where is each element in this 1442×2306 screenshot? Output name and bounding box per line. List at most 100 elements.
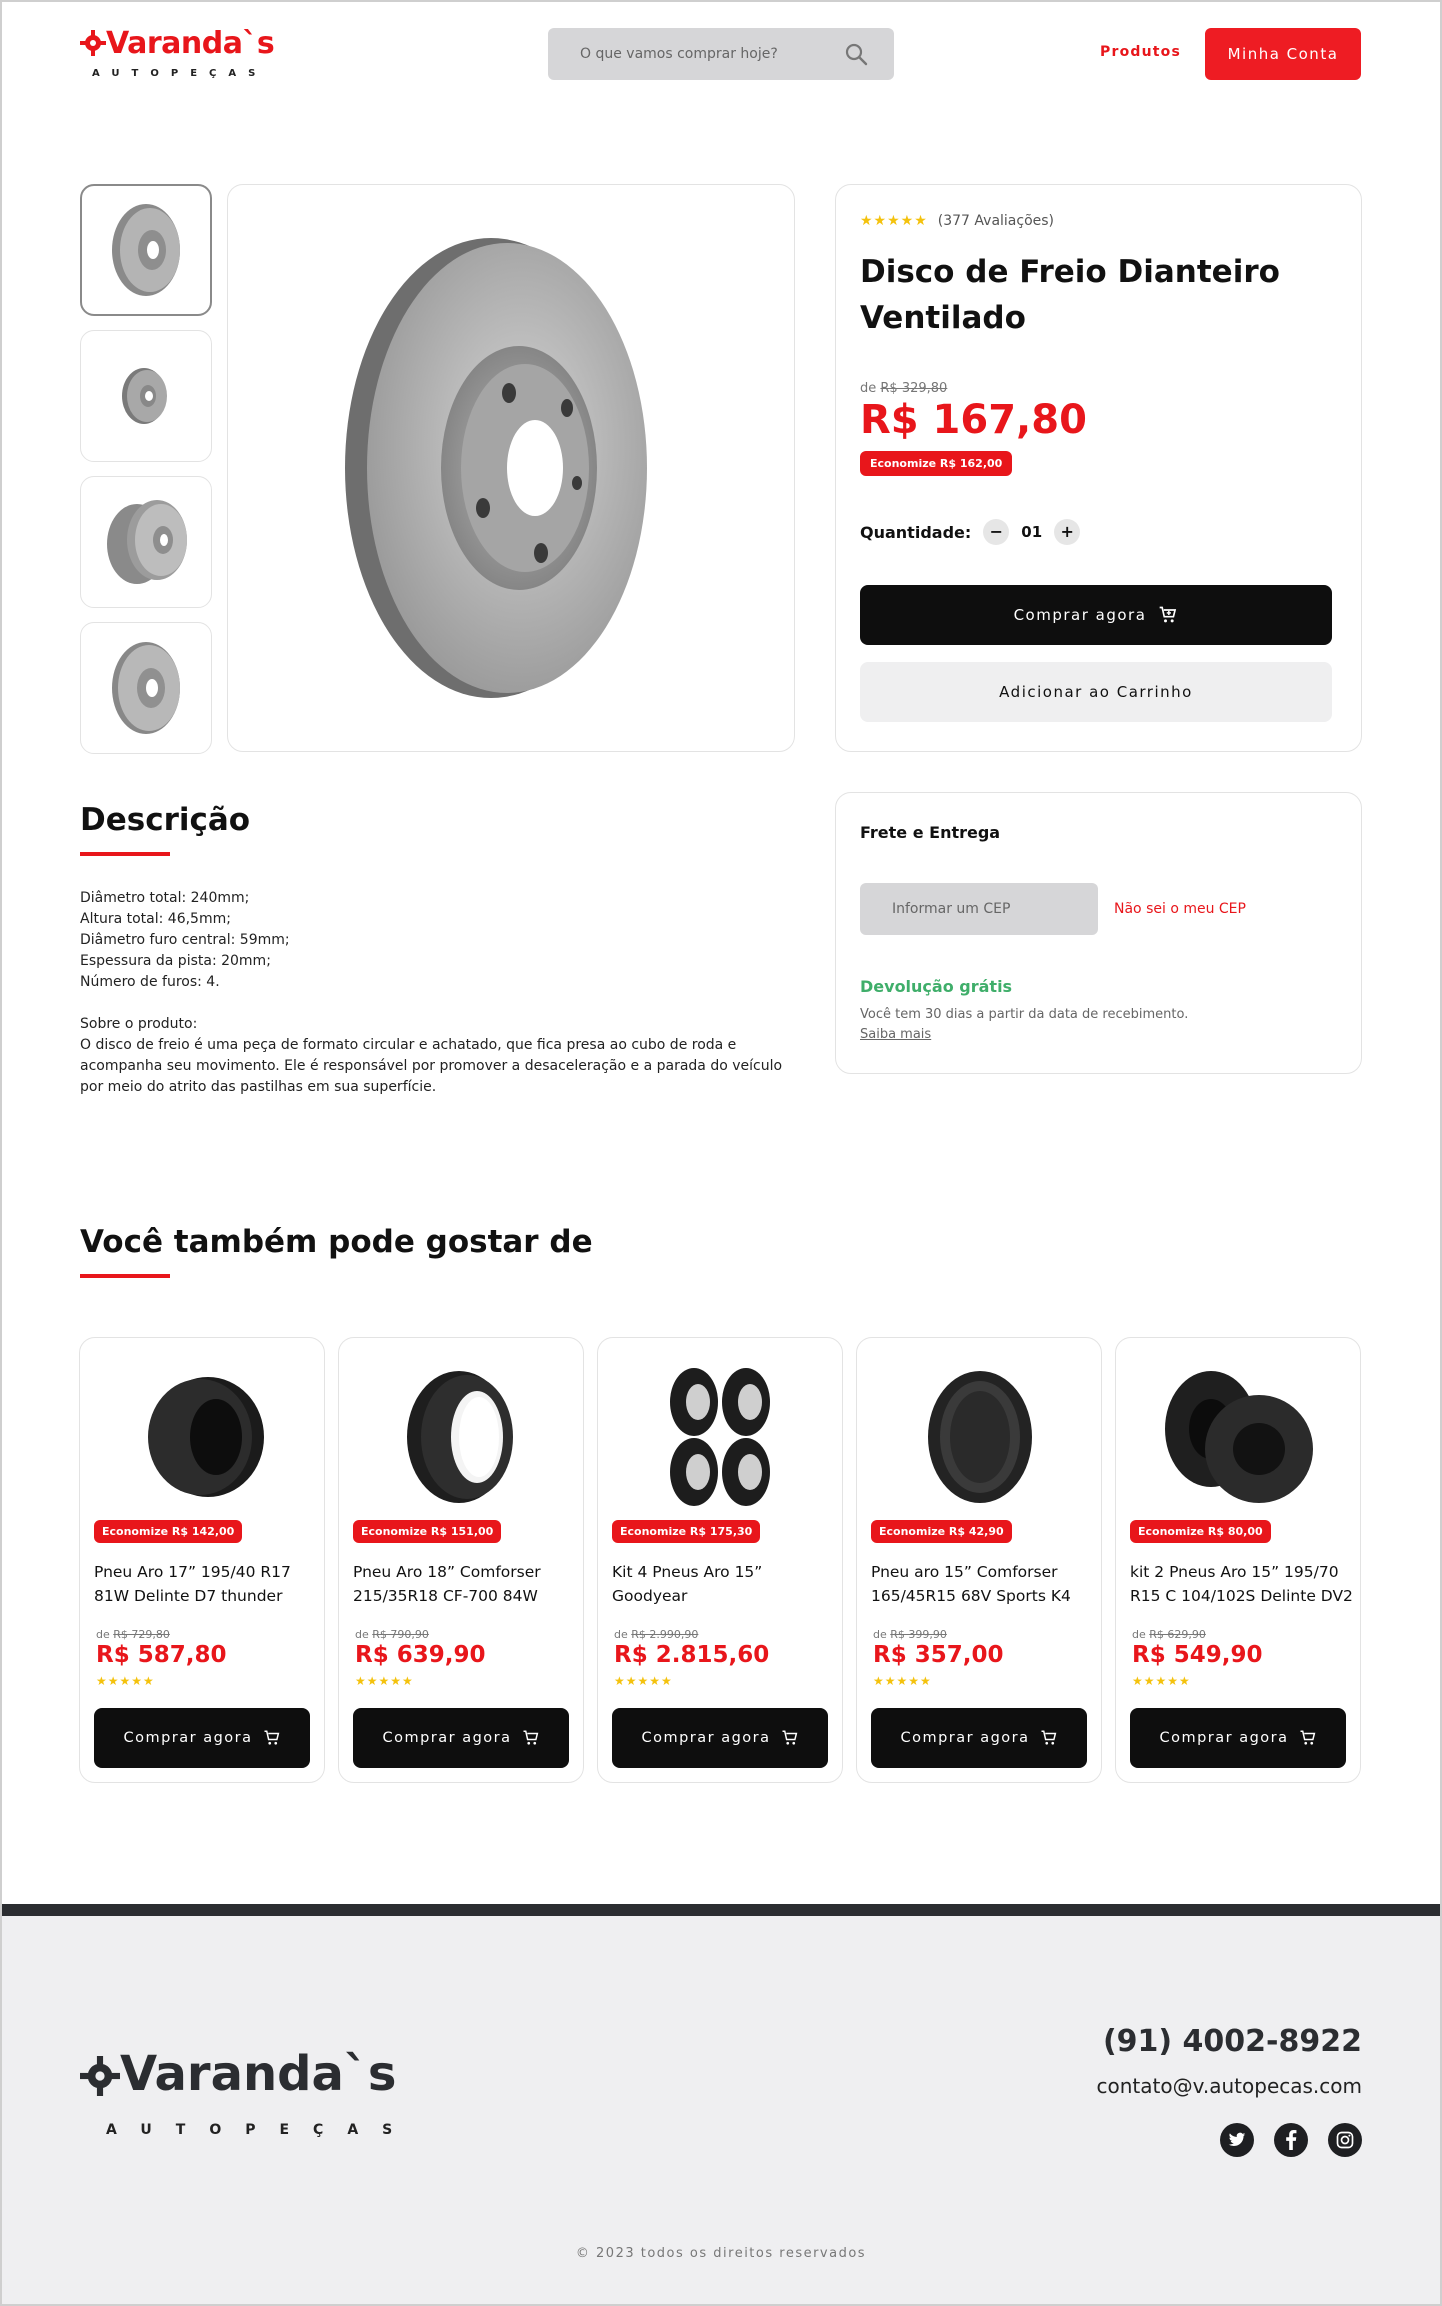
current-price: R$ 167,80 bbox=[860, 397, 1087, 443]
about-text: O disco de freio é uma peça de formato c… bbox=[80, 1037, 783, 1095]
footer-top-bar bbox=[0, 1904, 1442, 1916]
main-product-image[interactable] bbox=[227, 184, 795, 752]
product-image[interactable] bbox=[120, 1362, 286, 1512]
old-price: de R$ 399,90 bbox=[873, 1628, 947, 1641]
brake-disc-small-image bbox=[122, 368, 167, 424]
free-return-title: Devolução grátis bbox=[860, 977, 1013, 996]
saving-badge: Economize R$ 142,00 bbox=[94, 1520, 243, 1543]
product-name[interactable]: Kit 4 Pneus Aro 15” Goodyear bbox=[612, 1560, 838, 1608]
saving-badge: Economize R$ 80,00 bbox=[1130, 1520, 1271, 1543]
unknown-cep-link[interactable]: Não sei o meu CEP bbox=[1114, 901, 1246, 917]
old-price-prefix: de bbox=[1132, 1628, 1146, 1641]
instagram-icon[interactable] bbox=[1328, 2123, 1362, 2157]
description-title: Descrição bbox=[80, 802, 251, 838]
old-price-value: R$ 329,80 bbox=[880, 381, 948, 396]
buy-now-label: Comprar agora bbox=[900, 1730, 1030, 1746]
product-name[interactable]: Pneu Aro 18” Comforser 215/35R18 CF-700 … bbox=[353, 1560, 579, 1608]
thumbnail-1[interactable] bbox=[80, 184, 212, 316]
product-image[interactable] bbox=[638, 1362, 804, 1512]
product-price: R$ 587,80 bbox=[96, 1642, 227, 1668]
footer-email[interactable]: contato@v.autopecas.com bbox=[1097, 2074, 1362, 2098]
brake-disc-angle-image bbox=[112, 642, 180, 734]
product-card[interactable]: Economize R$ 151,00 Pneu Aro 18” Comfors… bbox=[338, 1337, 584, 1783]
buy-now-button[interactable]: Comprar agora bbox=[871, 1708, 1087, 1768]
product-price: R$ 549,90 bbox=[1132, 1642, 1263, 1668]
product-name[interactable]: Pneu Aro 17” 195/40 R17 81W Delinte D7 t… bbox=[94, 1560, 320, 1608]
old-price: de R$ 729,80 bbox=[96, 1628, 170, 1641]
cart-icon bbox=[782, 1730, 797, 1745]
gear-icon bbox=[80, 2056, 120, 2096]
buy-now-button[interactable]: Comprar agora bbox=[94, 1708, 310, 1768]
old-price-prefix: de bbox=[355, 1628, 369, 1641]
thumbnail-3[interactable] bbox=[80, 476, 212, 608]
nav-products-link[interactable]: Produtos bbox=[1100, 44, 1181, 60]
rating-stars: ★★★★★ bbox=[96, 1674, 155, 1688]
spec-line: Número de furos: 4. bbox=[80, 974, 220, 990]
buy-now-label: Comprar agora bbox=[1013, 606, 1147, 624]
quantity-value: 01 bbox=[1021, 523, 1043, 541]
copyright: © 2023 todos os direitos reservados bbox=[575, 2246, 867, 2261]
product-card[interactable]: Economize R$ 175,30 Kit 4 Pneus Aro 15” … bbox=[597, 1337, 843, 1783]
buy-now-label: Comprar agora bbox=[123, 1730, 253, 1746]
spec-line: Espessura da pista: 20mm; bbox=[80, 953, 271, 969]
quantity-stepper: Quantidade: − 01 + bbox=[860, 519, 1081, 545]
buy-now-button[interactable]: Comprar agora bbox=[612, 1708, 828, 1768]
spec-line: Altura total: 46,5mm; bbox=[80, 911, 231, 927]
increase-quantity-button[interactable]: + bbox=[1054, 519, 1081, 545]
thumbnail-4[interactable] bbox=[80, 622, 212, 754]
rating-stars: ★★★★★ bbox=[355, 1674, 414, 1688]
product-image[interactable] bbox=[379, 1362, 545, 1512]
cep-input[interactable] bbox=[860, 883, 1098, 935]
old-price-prefix: de bbox=[860, 381, 877, 396]
product-price: R$ 2.815,60 bbox=[614, 1642, 770, 1668]
shipping-title: Frete e Entrega bbox=[860, 823, 1001, 842]
rating-stars: ★★★★★ bbox=[860, 213, 928, 229]
product-image[interactable] bbox=[897, 1362, 1063, 1512]
tire-pair-image bbox=[1165, 1371, 1313, 1503]
buy-now-button[interactable]: Comprar agora bbox=[1130, 1708, 1346, 1768]
buy-now-label: Comprar agora bbox=[1159, 1730, 1289, 1746]
product-card[interactable]: Economize R$ 80,00 kit 2 Pneus Aro 15” 1… bbox=[1115, 1337, 1361, 1783]
footer-logo-subtitle: AUTOPEÇAS bbox=[106, 2122, 417, 2138]
search-input[interactable] bbox=[548, 28, 838, 80]
product-name[interactable]: Pneu aro 15” Comforser 165/45R15 68V Spo… bbox=[871, 1560, 1097, 1608]
product-price: R$ 357,00 bbox=[873, 1642, 1004, 1668]
gear-icon bbox=[80, 30, 106, 56]
footer-phone[interactable]: (91) 4002-8922 bbox=[1103, 2024, 1362, 2059]
cart-icon bbox=[523, 1730, 538, 1745]
old-price-value: R$ 629,90 bbox=[1149, 1628, 1206, 1641]
saving-badge: Economize R$ 151,00 bbox=[353, 1520, 502, 1543]
product-rating[interactable]: ★★★★★ (377 Avaliações) bbox=[860, 213, 1054, 229]
thumbnail-2[interactable] bbox=[80, 330, 212, 462]
brake-disc-large-image bbox=[345, 238, 647, 698]
old-price: de R$ 329,80 bbox=[860, 381, 947, 396]
old-price-value: R$ 729,80 bbox=[113, 1628, 170, 1641]
decrease-quantity-button[interactable]: − bbox=[983, 519, 1010, 545]
learn-more-link[interactable]: Saiba mais bbox=[860, 1027, 931, 1042]
product-card[interactable]: Economize R$ 42,90 Pneu aro 15” Comforse… bbox=[856, 1337, 1102, 1783]
product-image[interactable] bbox=[1156, 1362, 1322, 1512]
product-card[interactable]: Economize R$ 142,00 Pneu Aro 17” 195/40 … bbox=[79, 1337, 325, 1783]
brand-logo[interactable]: Varanda`s AUTOPEÇAS bbox=[80, 26, 280, 86]
my-account-button[interactable]: Minha Conta bbox=[1205, 28, 1361, 80]
tire-image bbox=[928, 1371, 1032, 1503]
add-to-cart-button[interactable]: Adicionar ao Carrinho bbox=[860, 662, 1332, 722]
twitter-icon[interactable] bbox=[1220, 2123, 1254, 2157]
tire-image bbox=[148, 1377, 264, 1497]
footer-logo[interactable]: Varanda`s AUTOPEÇAS bbox=[80, 2046, 440, 2146]
old-price: de R$ 629,90 bbox=[1132, 1628, 1206, 1641]
buy-now-label: Comprar agora bbox=[641, 1730, 771, 1746]
buy-now-button[interactable]: Comprar agora bbox=[860, 585, 1332, 645]
product-name[interactable]: kit 2 Pneus Aro 15” 195/70 R15 C 104/102… bbox=[1130, 1560, 1356, 1608]
about-label: Sobre o produto: bbox=[80, 1016, 198, 1032]
logo-text: Varanda`s bbox=[106, 26, 275, 61]
search-icon[interactable] bbox=[844, 42, 868, 66]
brake-disc-front-image bbox=[112, 204, 180, 296]
search-bar[interactable] bbox=[548, 28, 894, 80]
buy-now-button[interactable]: Comprar agora bbox=[353, 1708, 569, 1768]
facebook-icon[interactable] bbox=[1274, 2123, 1308, 2157]
reviews-count[interactable]: (377 Avaliações) bbox=[938, 213, 1054, 229]
recommendations-underline bbox=[80, 1274, 170, 1278]
free-return-text: Você tem 30 dias a partir da data de rec… bbox=[860, 1007, 1189, 1022]
quantity-label: Quantidade: bbox=[860, 522, 972, 542]
